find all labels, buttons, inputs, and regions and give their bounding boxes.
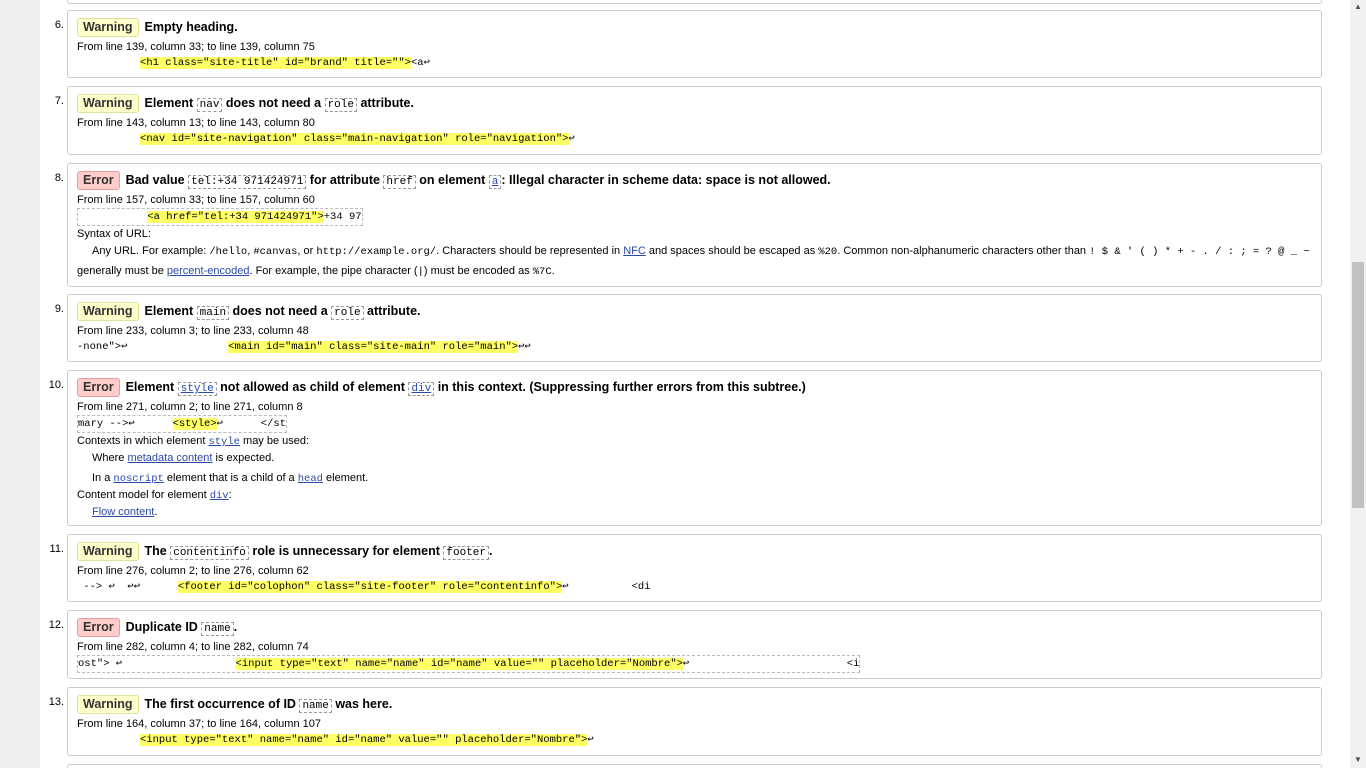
- element-link-div[interactable]: div: [408, 382, 435, 396]
- message-box: Warning The contentinfo role is unnecessa…: [67, 534, 1322, 602]
- message-location: From line 139, column 33; to line 139, c…: [77, 41, 315, 53]
- element-link-a[interactable]: a: [488, 175, 502, 189]
- code-token: role: [331, 306, 364, 320]
- message-heading: Warning The contentinfo role is unnecessa…: [77, 541, 1312, 561]
- scrollbar-thumb[interactable]: [1352, 262, 1364, 508]
- message-number: 12.: [48, 619, 64, 631]
- syntax-description: Any URL. For example: /hello, #canvas, o…: [77, 245, 1310, 278]
- message-heading: Warning Empty heading.: [77, 17, 1312, 37]
- highlighted-code: <main id="main" class="site-main" role="…: [228, 341, 519, 353]
- message-heading: Warning The first occurrence of ID name w…: [77, 694, 1312, 714]
- code-token: footer: [443, 546, 489, 560]
- head-link[interactable]: head: [298, 473, 323, 485]
- highlighted-code: <input type="text" name="name" id="name"…: [235, 658, 683, 670]
- code-extract: <h1 class="site-title" id="brand" title=…: [140, 57, 430, 69]
- warning-badge: Warning: [77, 695, 139, 714]
- code-extract: <input type="text" name="name" id="name"…: [140, 734, 594, 746]
- message-number: 11.: [49, 543, 64, 555]
- metadata-content-link[interactable]: metadata content: [127, 452, 212, 464]
- scroll-up-arrow-icon[interactable]: ▲: [1354, 2, 1362, 11]
- message-location: From line 233, column 3; to line 233, co…: [77, 325, 309, 337]
- validator-results-page: 6. Warning Empty heading. From line 139, …: [40, 0, 1350, 768]
- div-element-link[interactable]: div: [210, 490, 229, 502]
- message-box: Warning The first occurrence of ID name w…: [67, 687, 1322, 756]
- percent-encoded-link[interactable]: percent-encoded: [167, 265, 250, 277]
- highlighted-code: <footer id="colophon" class="site-footer…: [177, 581, 563, 593]
- message-heading: Warning Element nav does not need a role …: [77, 93, 1312, 113]
- code-token: contentinfo: [170, 546, 249, 560]
- message-location: From line 157, column 33; to line 157, c…: [77, 194, 315, 206]
- previous-message-box: [67, 0, 1322, 4]
- code-extract: --> ↩ ↩↩ <footer id="colophon" class="si…: [77, 581, 651, 593]
- context-item: Where metadata content is expected.: [92, 452, 275, 464]
- warning-badge: Warning: [77, 94, 139, 113]
- message-number: 10.: [48, 379, 64, 391]
- message-location: From line 282, column 4; to line 282, co…: [77, 641, 309, 653]
- message-number: 6.: [54, 19, 64, 31]
- message-number: 8.: [54, 172, 64, 184]
- code-extract: <a href="tel:+34 971424971">+34 97: [77, 208, 363, 226]
- message-box: Error Duplicate ID name. From line 282, c…: [67, 610, 1322, 679]
- error-badge: Error: [77, 378, 120, 397]
- message-location: From line 271, column 2; to line 271, co…: [77, 401, 303, 413]
- message-heading: Error Duplicate ID name.: [77, 617, 1312, 637]
- message-heading: Error Bad value tel:+34 971424971 for att…: [77, 170, 1312, 190]
- code-extract: ost"> ↩ <input type="text" name="name" i…: [77, 655, 861, 673]
- highlighted-code: <h1 class="site-title" id="brand" title=…: [140, 57, 411, 69]
- code-token: href: [383, 175, 416, 189]
- syntax-label: Syntax of URL:: [77, 228, 151, 240]
- code-token: name: [299, 699, 332, 713]
- next-message-box: [67, 764, 1322, 768]
- highlighted-code: <nav id="site-navigation" class="main-na…: [140, 133, 569, 145]
- message-text: Empty heading.: [144, 20, 238, 34]
- context-item: In a noscript element that is a child of…: [92, 472, 369, 485]
- code-token: tel:+34 971424971: [188, 175, 307, 189]
- style-element-link[interactable]: style: [208, 436, 240, 448]
- message-location: From line 143, column 13; to line 143, c…: [77, 117, 315, 129]
- message-heading: Warning Element main does not need a role…: [77, 301, 1312, 321]
- error-badge: Error: [77, 171, 120, 190]
- message-number: 7.: [54, 95, 64, 107]
- message-box: Warning Element nav does not need a role …: [67, 86, 1322, 155]
- scroll-down-arrow-icon[interactable]: ▼: [1354, 755, 1362, 764]
- code-token: name: [201, 622, 234, 636]
- warning-badge: Warning: [77, 302, 139, 321]
- code-extract: <nav id="site-navigation" class="main-na…: [140, 133, 575, 145]
- flow-content-link[interactable]: Flow content: [92, 506, 154, 518]
- contexts-label: Contexts in which element style may be u…: [77, 435, 310, 448]
- warning-badge: Warning: [77, 18, 139, 37]
- message-box: Error Element style not allowed as child …: [67, 370, 1322, 526]
- code-token: role: [324, 98, 357, 112]
- content-model-label: Content model for element div:: [77, 489, 232, 502]
- highlighted-code: <input type="text" name="name" id="name"…: [140, 734, 588, 746]
- code-extract: -none">↩ <main id="main" class="site-mai…: [77, 341, 531, 353]
- highlighted-code: <style>: [172, 418, 217, 430]
- nfc-link[interactable]: NFC: [623, 245, 646, 257]
- code-token: nav: [196, 98, 223, 112]
- code-extract: mary -->↩ <style>↩ </st: [77, 415, 287, 433]
- element-link-style[interactable]: style: [177, 382, 217, 396]
- error-badge: Error: [77, 618, 120, 637]
- message-box: Warning Element main does not need a role…: [67, 294, 1322, 362]
- highlighted-code: <a href="tel:+34 971424971">: [147, 211, 324, 223]
- content-model-item: Flow content.: [92, 506, 158, 518]
- vertical-scrollbar[interactable]: ▲ ▼: [1350, 0, 1366, 768]
- message-number: 13.: [48, 696, 64, 708]
- message-location: From line 164, column 37; to line 164, c…: [77, 718, 321, 730]
- warning-badge: Warning: [77, 542, 139, 561]
- message-box: Warning Empty heading. From line 139, col…: [67, 10, 1322, 78]
- message-location: From line 276, column 2; to line 276, co…: [77, 565, 309, 577]
- message-box: Error Bad value tel:+34 971424971 for att…: [67, 163, 1322, 287]
- message-number: 9.: [54, 303, 64, 315]
- code-token: main: [196, 306, 230, 320]
- noscript-link[interactable]: noscript: [113, 473, 163, 485]
- message-heading: Error Element style not allowed as child …: [77, 377, 1312, 397]
